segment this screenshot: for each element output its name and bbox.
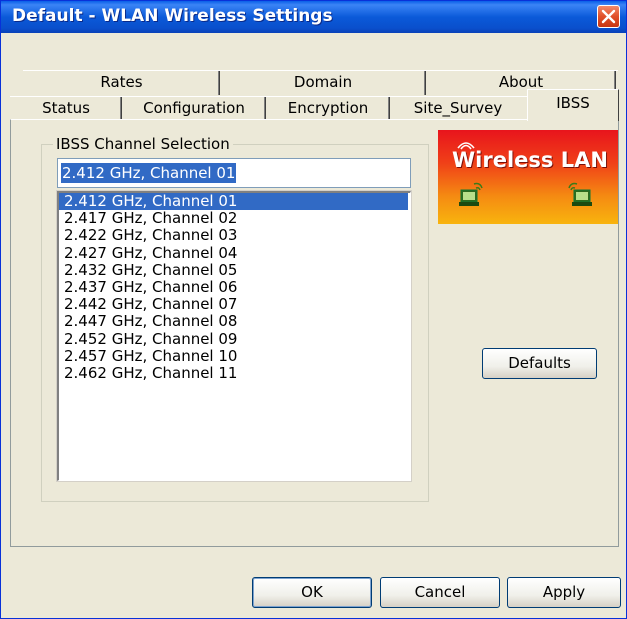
close-button[interactable] [597,5,620,28]
logo-text: Wireless LAN [452,148,608,172]
defaults-button[interactable]: Defaults [482,348,597,379]
tab-rates[interactable]: Rates [23,71,220,95]
groupbox-label: IBSS Channel Selection [53,135,233,153]
title-bar[interactable]: Default - WLAN Wireless Settings [1,1,626,33]
apply-button[interactable]: Apply [507,577,621,608]
list-item[interactable]: 2.412 GHz, Channel 01 [59,192,408,211]
tab-label: IBSS [556,94,590,112]
button-label: Cancel [414,583,466,601]
tab-ibss[interactable]: IBSS [527,89,619,121]
window-title: Default - WLAN Wireless Settings [12,6,333,26]
wireless-computer-icon [568,182,592,206]
tab-row-border [23,70,618,71]
tab-status[interactable]: Status [10,97,122,121]
tab-encryption[interactable]: Encryption [266,97,390,121]
button-label: OK [301,583,323,601]
ok-button[interactable]: OK [252,577,372,608]
cancel-button[interactable]: Cancel [380,577,500,608]
wireless-computer-icon [459,182,483,206]
tab-label: Encryption [287,99,369,117]
tab-label: Site_Survey [413,99,503,117]
tab-site-survey[interactable]: Site_Survey [390,97,526,121]
tab-label: Rates [100,73,143,91]
channel-listbox[interactable]: 2.412 GHz, Channel 01 2.417 GHz, Channel… [56,190,412,482]
list-item[interactable]: 2.447 GHz, Channel 08 [59,313,410,330]
tab-label: Status [42,99,90,117]
settings-window: Default - WLAN Wireless Settings Rates D… [0,0,627,619]
list-item[interactable]: 2.437 GHz, Channel 06 [59,278,410,296]
tab-label: Domain [293,73,353,91]
button-label: Defaults [508,354,571,372]
channel-selected-field[interactable]: 2.412 GHz, Channel 01 [57,158,411,188]
list-item[interactable]: 2.452 GHz, Channel 09 [59,330,410,348]
list-item[interactable]: 2.432 GHz, Channel 05 [59,261,410,279]
list-item[interactable]: 2.422 GHz, Channel 03 [59,227,410,244]
list-item[interactable]: 2.462 GHz, Channel 11 [59,364,410,382]
wireless-lan-logo: Wireless LAN [438,130,618,224]
button-label: Apply [542,583,586,601]
list-item[interactable]: 2.417 GHz, Channel 02 [59,210,410,227]
list-item[interactable]: 2.442 GHz, Channel 07 [59,296,410,313]
channel-selected-text: 2.412 GHz, Channel 01 [61,163,237,183]
tab-label: Configuration [143,99,245,117]
tab-configuration[interactable]: Configuration [122,97,266,121]
list-item[interactable]: 2.457 GHz, Channel 10 [59,347,410,365]
close-icon [601,9,616,24]
list-item[interactable]: 2.427 GHz, Channel 04 [59,244,410,262]
tab-row-border [10,96,527,97]
tab-domain[interactable]: Domain [220,71,426,95]
